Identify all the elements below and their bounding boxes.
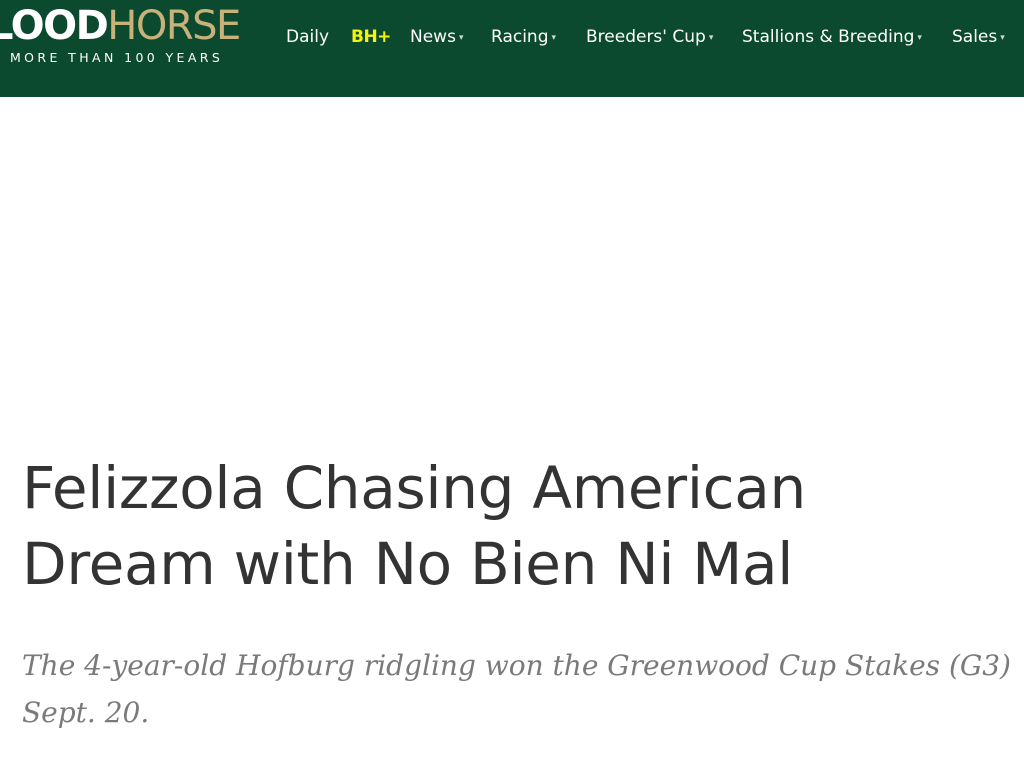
- nav-item-breeders-cup[interactable]: Breeders' Cup ▾: [586, 24, 713, 53]
- logo-word-part1: LOOD: [0, 3, 109, 49]
- chevron-down-icon: ▾: [551, 33, 557, 43]
- nav-item-label: Stallions & Breeding: [742, 27, 915, 47]
- nav-item-racing[interactable]: Racing ▾: [491, 24, 556, 53]
- nav-item-label: News: [410, 27, 456, 47]
- logo-word-part2: HORSE: [107, 3, 241, 49]
- nav-item-sales[interactable]: Sales ▾: [952, 24, 1005, 53]
- logo-tagline: MORE THAN 100 YEARS: [10, 50, 224, 65]
- logo-wordmark: LOODHORSE: [0, 3, 241, 49]
- chevron-down-icon: ▾: [917, 33, 922, 43]
- article-deck: The 4-year-old Hofburg ridgling won the …: [22, 649, 1011, 729]
- nav-item-bh-plus[interactable]: BH+: [351, 24, 391, 50]
- nav-item-label: Sales: [952, 27, 998, 47]
- nav-item-news[interactable]: News ▾: [410, 24, 463, 53]
- site-header: LOODHORSE MORE THAN 100 YEARS Daily BH+ …: [0, 0, 1024, 97]
- chevron-down-icon: ▾: [1000, 33, 1005, 43]
- bloodhorse-logo[interactable]: LOODHORSE MORE THAN 100 YEARS: [0, 0, 270, 97]
- nav-item-label: Breeders' Cup: [586, 27, 706, 47]
- nav-item-stallions-breeding[interactable]: Stallions & Breeding ▾: [742, 24, 922, 53]
- chevron-down-icon: ▾: [458, 33, 464, 43]
- article-header: Felizzola Chasing American Dream with No…: [22, 450, 1012, 736]
- nav-item-label: Racing: [491, 27, 549, 47]
- nav-item-daily[interactable]: Daily: [286, 24, 329, 50]
- chevron-down-icon: ▾: [708, 33, 714, 43]
- nav-item-label: BH+: [351, 27, 391, 47]
- article-headline: Felizzola Chasing American Dream with No…: [22, 454, 806, 598]
- nav-item-label: Daily: [286, 27, 330, 47]
